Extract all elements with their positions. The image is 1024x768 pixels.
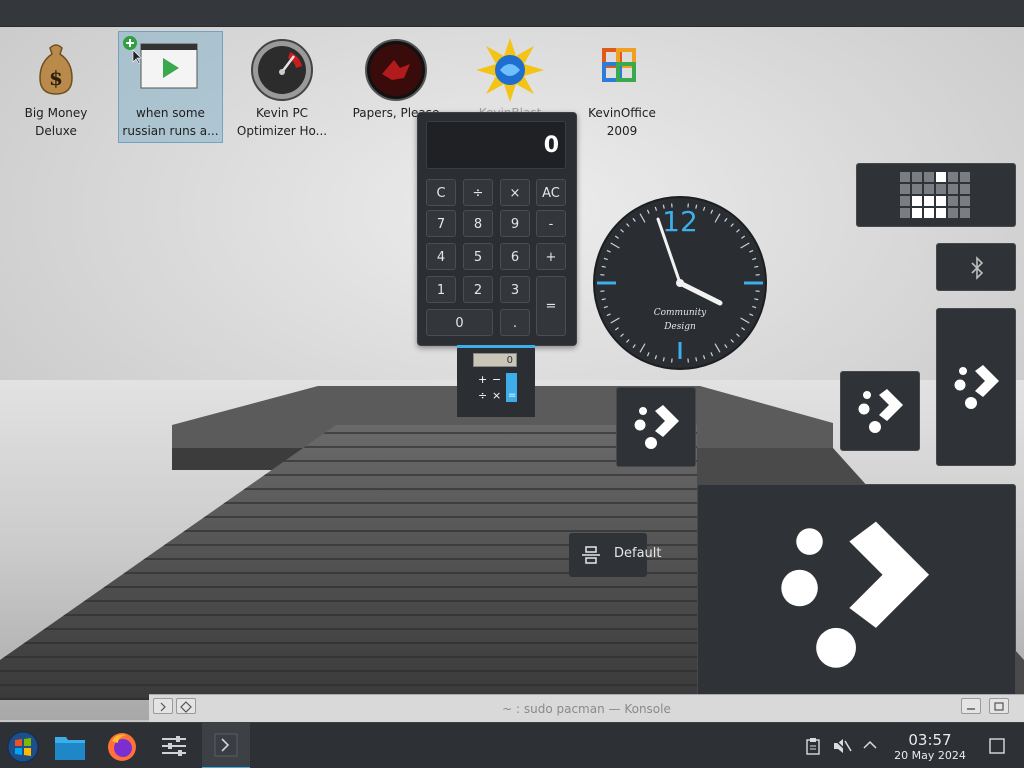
- desktop-icon-label: KevinOffice 2009: [588, 106, 656, 138]
- calc-key-multiply[interactable]: ×: [500, 179, 530, 206]
- clock-face: Community Design 12: [593, 196, 767, 370]
- taskbar: 03:57 20 May 2024: [0, 722, 1024, 768]
- align-center-icon: [582, 546, 600, 564]
- konsole-title: ~ : sudo pacman — Konsole: [502, 702, 671, 716]
- maximize-button[interactable]: [989, 698, 1009, 714]
- start-menu-button[interactable]: [0, 723, 48, 768]
- calc-key-5[interactable]: 5: [463, 243, 493, 270]
- minimize-button[interactable]: [961, 698, 981, 714]
- konsole-icon: [214, 733, 238, 757]
- calc-key-1[interactable]: 1: [426, 276, 456, 303]
- svg-text:$: $: [49, 66, 63, 90]
- calc-key-clear[interactable]: C: [426, 179, 456, 206]
- pager-widget[interactable]: [856, 163, 1016, 227]
- calc-key-2[interactable]: 2: [463, 276, 493, 303]
- plasma-widget-tall[interactable]: [936, 308, 1016, 466]
- plasma-icon: [781, 521, 930, 668]
- desktop-icon-label: when some russian runs a...: [122, 106, 219, 138]
- calc-key-7[interactable]: 7: [426, 210, 456, 237]
- calc-key-plus[interactable]: +: [536, 243, 566, 270]
- clock-hour-label: 12: [662, 205, 698, 238]
- desktop-icon-kevinoffice[interactable]: KevinOffice 2009: [574, 34, 670, 142]
- calc-key-4[interactable]: 4: [426, 243, 456, 270]
- plasma-widget-center[interactable]: [616, 387, 696, 467]
- calc-key-decimal[interactable]: .: [500, 309, 530, 336]
- kevinblast-icon: [476, 38, 544, 102]
- default-label: Default: [614, 546, 662, 561]
- minimize-icon: [967, 708, 975, 710]
- money-bag-icon: $: [39, 44, 73, 95]
- firefox-button[interactable]: [98, 723, 146, 768]
- svg-text:+: +: [478, 373, 487, 386]
- desktop-icon-kevin-pc-optimizer[interactable]: Kevin PC Optimizer Ho...: [234, 34, 330, 142]
- bluetooth-icon: [971, 256, 984, 280]
- clock-brand-line2: Design: [663, 322, 696, 332]
- calc-key-9[interactable]: 9: [500, 210, 530, 237]
- maximize-icon: [994, 702, 1004, 711]
- clock-time: 03:57: [908, 731, 952, 749]
- desktop-icon-big-money-deluxe[interactable]: $ Big Money Deluxe: [8, 34, 104, 142]
- desktop-icon-video[interactable]: when some russian runs a...: [118, 31, 223, 143]
- analog-clock-widget: Community Design 12: [592, 195, 768, 371]
- konsole-window-titlebar[interactable]: ~ : sudo pacman — Konsole: [149, 694, 1024, 723]
- calculator-display: 0: [426, 121, 566, 169]
- plasma-widget-large[interactable]: [697, 484, 1016, 698]
- svg-text:−: −: [492, 373, 501, 386]
- firefox-icon: [108, 733, 136, 761]
- pager-grid-icon: [900, 172, 970, 218]
- chevron-up-icon[interactable]: [862, 739, 878, 751]
- svg-text:×: ×: [492, 389, 501, 402]
- clipboard-icon[interactable]: [804, 737, 822, 755]
- mini-calculator-display: 0: [473, 353, 517, 367]
- clock-brand-line1: Community: [654, 308, 707, 318]
- file-manager-button[interactable]: [46, 723, 94, 768]
- calc-key-0[interactable]: 0: [426, 309, 493, 336]
- start-menu-icon: [7, 731, 39, 763]
- calc-key-8[interactable]: 8: [463, 210, 493, 237]
- calc-key-all-clear[interactable]: AC: [536, 179, 566, 206]
- bluetooth-widget[interactable]: [936, 243, 1016, 291]
- plasma-icon: [954, 365, 999, 409]
- desktop-icon-label: Kevin PC Optimizer Ho...: [236, 106, 328, 138]
- mini-calculator-widget[interactable]: 0 + − ÷ × =: [457, 345, 535, 417]
- clock-date: 20 May 2024: [894, 749, 966, 762]
- desktop-icon-label: Big Money Deluxe: [24, 106, 88, 138]
- system-settings-icon: [162, 736, 186, 756]
- volume-muted-icon[interactable]: [832, 737, 852, 755]
- papers-please-icon: [365, 39, 427, 101]
- plasma-widget-small[interactable]: [840, 371, 920, 451]
- calc-key-3[interactable]: 3: [500, 276, 530, 303]
- mini-calculator-keys-icon: + − ÷ × =: [478, 373, 517, 402]
- calc-key-6[interactable]: 6: [500, 243, 530, 270]
- calc-key-minus[interactable]: -: [536, 210, 566, 237]
- show-desktop-icon[interactable]: [988, 737, 1006, 755]
- plasma-icon: [634, 405, 679, 449]
- kevinoffice-icon: [602, 48, 636, 82]
- konsole-task-button[interactable]: [202, 723, 250, 768]
- file-manager-icon: [55, 737, 85, 760]
- svg-text:=: =: [508, 390, 516, 401]
- clock-display[interactable]: 03:57 20 May 2024: [890, 732, 970, 763]
- video-file-icon: [140, 43, 198, 89]
- svg-text:÷: ÷: [478, 389, 487, 402]
- plasma-icon: [858, 389, 903, 433]
- calc-key-equals[interactable]: =: [536, 276, 566, 336]
- accent-bar: [457, 345, 535, 348]
- calc-key-divide[interactable]: ÷: [463, 179, 493, 206]
- top-panel: [0, 0, 1024, 27]
- default-layout-button[interactable]: Default: [569, 533, 662, 577]
- system-settings-button[interactable]: [150, 723, 198, 768]
- add-plus-icon: [123, 36, 142, 64]
- desktop: $ Big Money Deluxe when some russian run…: [0, 0, 1024, 768]
- calculator-widget: 0 C ÷ × AC 7 8 9 - 4 5 6 + 1 2 3 = 0 .: [417, 112, 577, 346]
- speedometer-icon: [251, 39, 313, 101]
